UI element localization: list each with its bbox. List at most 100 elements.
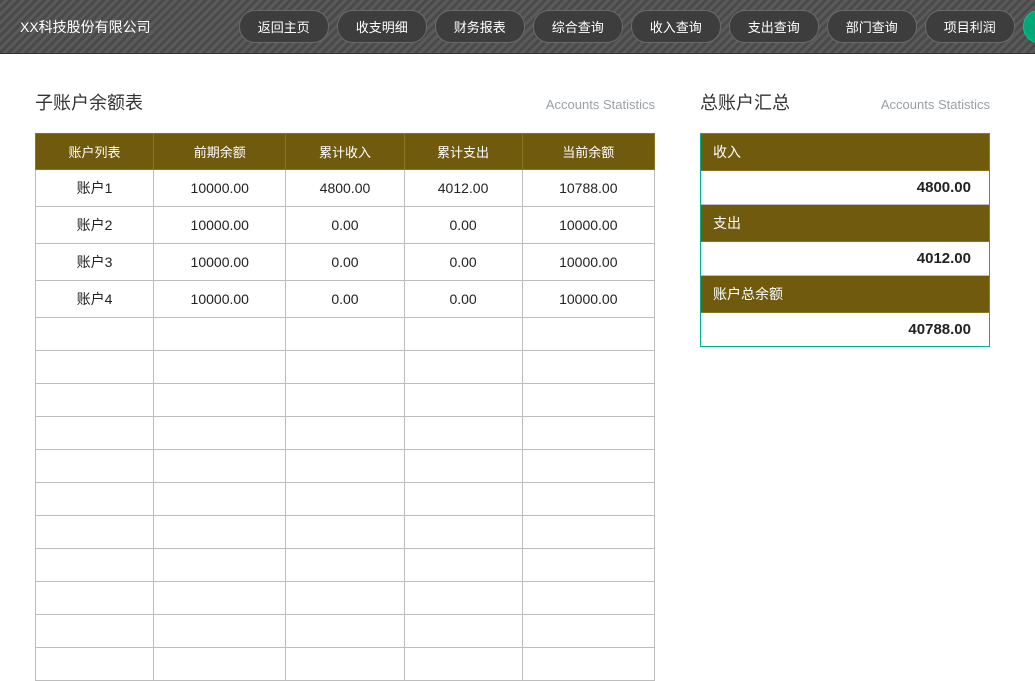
table-cell-empty xyxy=(36,648,154,681)
summary-value: 4012.00 xyxy=(701,242,989,276)
right-panel-header: 总账户汇总 Accounts Statistics xyxy=(700,89,990,115)
table-row-empty xyxy=(36,648,655,681)
table-cell: 0.00 xyxy=(286,244,404,281)
table-cell-empty xyxy=(36,615,154,648)
table-cell-empty xyxy=(36,516,154,549)
table-cell-empty xyxy=(404,516,522,549)
table-row-empty xyxy=(36,384,655,417)
table-row-empty xyxy=(36,450,655,483)
nav-report[interactable]: 财务报表 xyxy=(435,10,525,43)
table-cell-empty xyxy=(404,318,522,351)
table-cell-empty xyxy=(36,582,154,615)
nav-income[interactable]: 收入查询 xyxy=(631,10,721,43)
table-cell-empty xyxy=(286,318,404,351)
table-cell: 0.00 xyxy=(404,207,522,244)
table-cell-empty xyxy=(154,582,286,615)
th-account: 账户列表 xyxy=(36,134,154,170)
table-cell-empty xyxy=(36,549,154,582)
table-cell-empty xyxy=(286,582,404,615)
table-cell-empty xyxy=(286,549,404,582)
summary-value: 40788.00 xyxy=(701,313,989,346)
summary-label: 收入 xyxy=(701,134,989,171)
nav-expense[interactable]: 支出查询 xyxy=(729,10,819,43)
sub-accounts-panel: 子账户余额表 Accounts Statistics 账户列表 前期余额 累计收… xyxy=(35,89,655,681)
table-cell-empty xyxy=(404,648,522,681)
table-cell-empty xyxy=(286,516,404,549)
table-cell: 10000.00 xyxy=(154,207,286,244)
topbar: XX科技股份有限公司 返回主页 收支明细 财务报表 综合查询 收入查询 支出查询… xyxy=(0,0,1035,54)
table-cell-empty xyxy=(522,648,654,681)
table-cell: 0.00 xyxy=(404,244,522,281)
table-row[interactable]: 账户410000.000.000.0010000.00 xyxy=(36,281,655,318)
summary-box: 收入4800.00支出4012.00账户总余额40788.00 xyxy=(700,133,990,347)
summary-value: 4800.00 xyxy=(701,171,989,205)
th-prev-balance: 前期余额 xyxy=(154,134,286,170)
table-cell-empty xyxy=(404,549,522,582)
summary-label: 账户总余额 xyxy=(701,276,989,313)
content-area: 子账户余额表 Accounts Statistics 账户列表 前期余额 累计收… xyxy=(0,54,1035,681)
table-cell-empty xyxy=(522,384,654,417)
nav-dept[interactable]: 部门查询 xyxy=(827,10,917,43)
table-cell-empty xyxy=(522,318,654,351)
table-cell-empty xyxy=(154,549,286,582)
table-cell-empty xyxy=(404,483,522,516)
table-cell-empty xyxy=(522,417,654,450)
table-cell-empty xyxy=(36,450,154,483)
table-cell: 账户3 xyxy=(36,244,154,281)
table-cell: 10000.00 xyxy=(154,281,286,318)
table-row-empty xyxy=(36,417,655,450)
table-row-empty xyxy=(36,582,655,615)
nav-home[interactable]: 返回主页 xyxy=(239,10,329,43)
table-cell-empty xyxy=(404,450,522,483)
nav-project[interactable]: 项目利润 xyxy=(925,10,1015,43)
table-row-empty xyxy=(36,318,655,351)
left-panel-header: 子账户余额表 Accounts Statistics xyxy=(35,89,655,115)
table-cell: 0.00 xyxy=(286,281,404,318)
table-cell: 账户1 xyxy=(36,170,154,207)
table-cell-empty xyxy=(286,351,404,384)
table-cell-empty xyxy=(522,549,654,582)
table-cell: 10000.00 xyxy=(154,244,286,281)
table-cell-empty xyxy=(404,582,522,615)
table-row-empty xyxy=(36,549,655,582)
table-cell-empty xyxy=(36,318,154,351)
table-cell-empty xyxy=(154,648,286,681)
table-cell: 0.00 xyxy=(404,281,522,318)
table-cell-empty xyxy=(522,351,654,384)
table-cell-empty xyxy=(36,384,154,417)
table-cell-empty xyxy=(286,450,404,483)
table-row[interactable]: 账户210000.000.000.0010000.00 xyxy=(36,207,655,244)
table-cell-empty xyxy=(154,318,286,351)
table-cell: 4800.00 xyxy=(286,170,404,207)
table-cell-empty xyxy=(154,450,286,483)
table-cell: 账户2 xyxy=(36,207,154,244)
left-panel-subtitle: Accounts Statistics xyxy=(546,97,655,112)
table-cell: 0.00 xyxy=(286,207,404,244)
table-cell-empty xyxy=(404,351,522,384)
table-cell-empty xyxy=(154,351,286,384)
th-total-income: 累计收入 xyxy=(286,134,404,170)
table-cell-empty xyxy=(286,615,404,648)
right-panel-subtitle: Accounts Statistics xyxy=(881,97,990,112)
company-name: XX科技股份有限公司 xyxy=(20,17,151,37)
table-cell: 10000.00 xyxy=(522,244,654,281)
table-cell-empty xyxy=(154,417,286,450)
table-cell: 10000.00 xyxy=(522,281,654,318)
table-row-empty xyxy=(36,516,655,549)
table-row-empty xyxy=(36,483,655,516)
nav-query[interactable]: 综合查询 xyxy=(533,10,623,43)
table-cell-empty xyxy=(36,351,154,384)
table-cell: 账户4 xyxy=(36,281,154,318)
table-cell: 10000.00 xyxy=(154,170,286,207)
nav-detail[interactable]: 收支明细 xyxy=(337,10,427,43)
table-cell-empty xyxy=(286,384,404,417)
table-cell-empty xyxy=(404,615,522,648)
table-cell-empty xyxy=(286,417,404,450)
table-row[interactable]: 账户110000.004800.004012.0010788.00 xyxy=(36,170,655,207)
table-row[interactable]: 账户310000.000.000.0010000.00 xyxy=(36,244,655,281)
th-current-balance: 当前余额 xyxy=(522,134,654,170)
table-cell: 4012.00 xyxy=(404,170,522,207)
nav-extra[interactable]: 账 xyxy=(1023,10,1035,43)
table-cell-empty xyxy=(154,516,286,549)
accounts-table: 账户列表 前期余额 累计收入 累计支出 当前余额 账户110000.004800… xyxy=(35,133,655,681)
